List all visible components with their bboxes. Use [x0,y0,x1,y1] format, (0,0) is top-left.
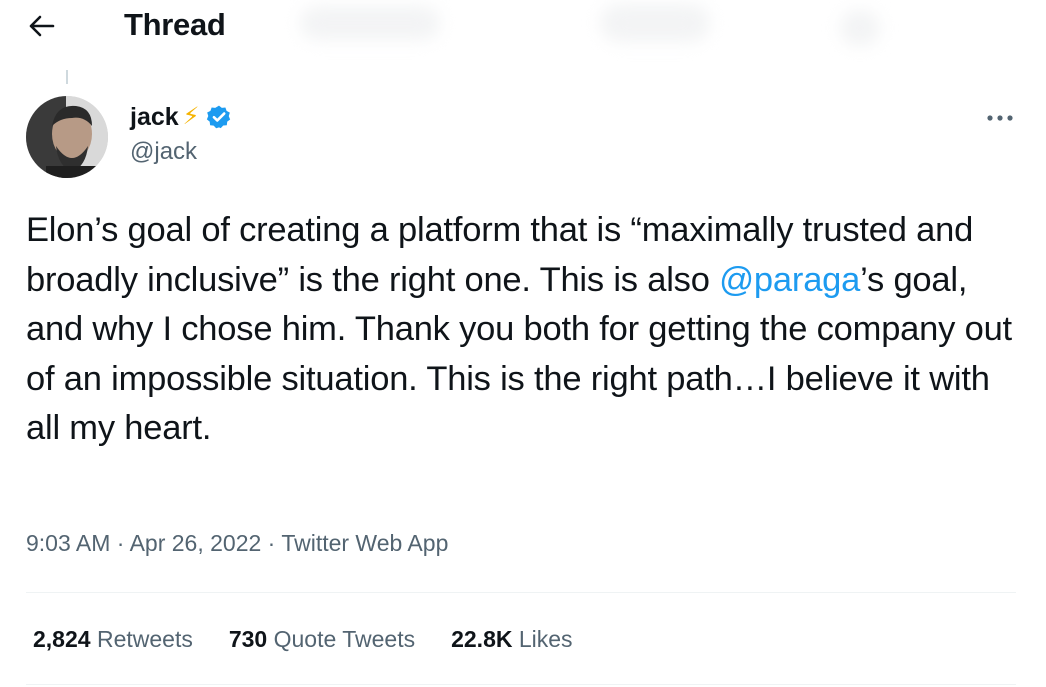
avatar[interactable] [26,96,108,178]
divider [26,684,1016,685]
tweet-time[interactable]: 9:03 AM [26,530,110,556]
tweet-meta: 9:03 AM · Apr 26, 2022 · Twitter Web App [26,530,448,557]
avatar-image [26,96,108,178]
tweet-source[interactable]: Twitter Web App [281,530,448,556]
quote-tweets-label: Quote Tweets [273,625,416,652]
retweets-count: 2,824 [33,625,91,652]
thread-connector-line [66,70,68,84]
mention-link[interactable]: @paraga [719,261,860,299]
meta-separator: · [261,530,282,556]
author-name: jack [130,102,179,131]
author-name-row[interactable]: jack ⚡ [130,100,232,134]
likes-stat[interactable]: 22.8K Likes [451,626,572,653]
page-title: Thread [124,7,226,42]
verified-badge-icon [206,105,230,129]
likes-count: 22.8K [451,625,513,652]
retweets-stat[interactable]: 2,824 Retweets [33,626,193,653]
quote-tweets-count: 730 [228,625,268,652]
tweet-thread-page: Thread jack ⚡ @jack Elon’s goal of creat… [0,0,1046,687]
blurred-background [840,10,880,46]
tweet-text: Elon’s goal of creating a platform that … [26,206,1016,454]
tweet-date[interactable]: Apr 26, 2022 [130,530,262,556]
blurred-background [300,6,440,40]
blurred-background [600,4,710,42]
retweets-label: Retweets [96,625,193,652]
thread-header: Thread [0,0,1046,52]
likes-label: Likes [518,625,573,652]
lightning-emoji: ⚡ [182,103,200,130]
meta-separator: · [110,530,130,556]
back-button[interactable] [24,8,60,44]
arrow-left-icon [29,15,55,37]
tweet-stats: 2,824 Retweets 730 Quote Tweets 22.8K Li… [33,622,573,656]
more-horizontal-icon [987,115,1013,121]
author-handle[interactable]: @jack [130,138,197,166]
more-options-button[interactable] [982,104,1018,132]
quote-tweets-stat[interactable]: 730 Quote Tweets [229,626,415,653]
divider [26,592,1016,593]
